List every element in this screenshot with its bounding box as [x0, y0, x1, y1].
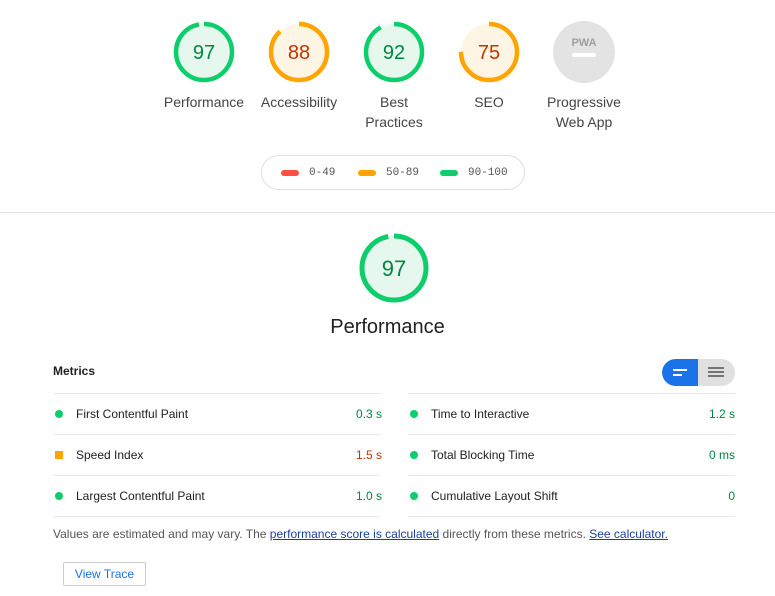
- gauge-label: Accessibility: [260, 94, 338, 110]
- score-legend: 0-49 50-89 90-100: [261, 155, 525, 190]
- lines-icon: [673, 369, 687, 376]
- performance-main-gauge: 97: [359, 233, 429, 303]
- legend-item-pass: 90-100: [440, 167, 508, 179]
- metric-name: Cumulative Layout Shift: [431, 488, 558, 503]
- metric-name: Total Blocking Time: [431, 447, 535, 462]
- metric-value: 0 ms: [708, 447, 735, 462]
- metric-first-contentful-paint: First Contentful Paint 0.3 s: [53, 393, 382, 434]
- metric-time-to-interactive: Time to Interactive 1.2 s: [408, 393, 735, 434]
- see-calculator-link[interactable]: See calculator.: [589, 527, 668, 541]
- gauge-score: 97: [382, 256, 406, 281]
- compact-view-button[interactable]: [662, 359, 698, 386]
- metric-name: Time to Interactive: [431, 406, 530, 421]
- metric-total-blocking-time: Total Blocking Time 0 ms: [408, 434, 735, 475]
- row-divider: [53, 516, 380, 517]
- gauge-score: 88: [288, 42, 310, 64]
- legend-range: 0-49: [309, 167, 336, 179]
- pass-circle-icon: [410, 450, 418, 459]
- category-pwa[interactable]: PWA Progressive Web App: [534, 20, 634, 132]
- gauge-score: 92: [383, 42, 405, 64]
- metrics-header: Metrics: [53, 364, 96, 378]
- pass-circle-icon: [55, 491, 63, 500]
- pwa-badge-text: PWA: [571, 37, 596, 49]
- pass-circle-icon: [410, 491, 418, 500]
- gauge-label: Progressive Web App: [547, 94, 621, 130]
- performance-gauge: 97: [173, 21, 235, 83]
- metric-value: 1.5 s: [355, 447, 382, 462]
- metric-value: 0: [728, 488, 735, 503]
- pwa-dash: [572, 53, 596, 57]
- gauge-label: SEO: [474, 94, 504, 110]
- category-seo[interactable]: 75 SEO: [439, 20, 539, 112]
- pwa-badge-icon: PWA: [553, 21, 615, 83]
- gauge-score: 97: [193, 42, 215, 64]
- gauge-score: 75: [478, 42, 500, 64]
- metrics-note: Values are estimated and may vary. The p…: [53, 527, 668, 541]
- metric-name: Largest Contentful Paint: [76, 488, 205, 503]
- section-title: Performance: [330, 316, 445, 338]
- score-calculated-link[interactable]: performance score is calculated: [270, 527, 439, 541]
- metric-cumulative-layout-shift: Cumulative Layout Shift 0: [408, 475, 735, 516]
- category-scores: 97 Performance 88 Accessibility 92 Best …: [0, 0, 775, 212]
- pass-circle-icon: [55, 409, 63, 418]
- metric-name: Speed Index: [76, 447, 144, 462]
- note-text: directly from these metrics.: [439, 527, 590, 541]
- note-text: Values are estimated and may vary. The: [53, 527, 270, 541]
- pass-indicator-icon: [440, 170, 458, 176]
- fail-indicator-icon: [281, 170, 299, 176]
- metric-value: 0.3 s: [355, 406, 382, 421]
- seo-gauge: 75: [458, 21, 520, 83]
- category-best-practices[interactable]: 92 Best Practices: [344, 20, 444, 132]
- gauge-label: Best Practices: [365, 94, 423, 130]
- legend-item-average: 50-89: [358, 167, 419, 179]
- row-divider: [408, 516, 735, 517]
- accessibility-gauge: 88: [268, 21, 330, 83]
- legend-item-fail: 0-49: [281, 167, 335, 179]
- gauge-label: Performance: [163, 94, 245, 110]
- list-icon: [708, 367, 724, 377]
- category-accessibility[interactable]: 88 Accessibility: [249, 20, 349, 112]
- average-indicator-icon: [358, 170, 376, 176]
- pass-circle-icon: [410, 409, 418, 418]
- view-trace-button[interactable]: View Trace: [63, 562, 146, 586]
- pwa-badge-bg: [553, 21, 615, 83]
- section-divider: [0, 212, 775, 213]
- legend-range: 50-89: [386, 167, 420, 179]
- best-practices-gauge: 92: [363, 21, 425, 83]
- metric-value: 1.2 s: [708, 406, 735, 421]
- category-performance[interactable]: 97 Performance: [154, 20, 254, 112]
- metric-value: 1.0 s: [355, 488, 382, 503]
- expanded-view-button[interactable]: [698, 359, 734, 386]
- legend-range: 90-100: [468, 167, 508, 179]
- average-square-icon: [55, 450, 63, 459]
- metric-speed-index: Speed Index 1.5 s: [53, 434, 382, 475]
- metric-largest-contentful-paint: Largest Contentful Paint 1.0 s: [53, 475, 382, 516]
- metrics-view-toggle[interactable]: [662, 359, 735, 386]
- metric-name: First Contentful Paint: [76, 406, 189, 421]
